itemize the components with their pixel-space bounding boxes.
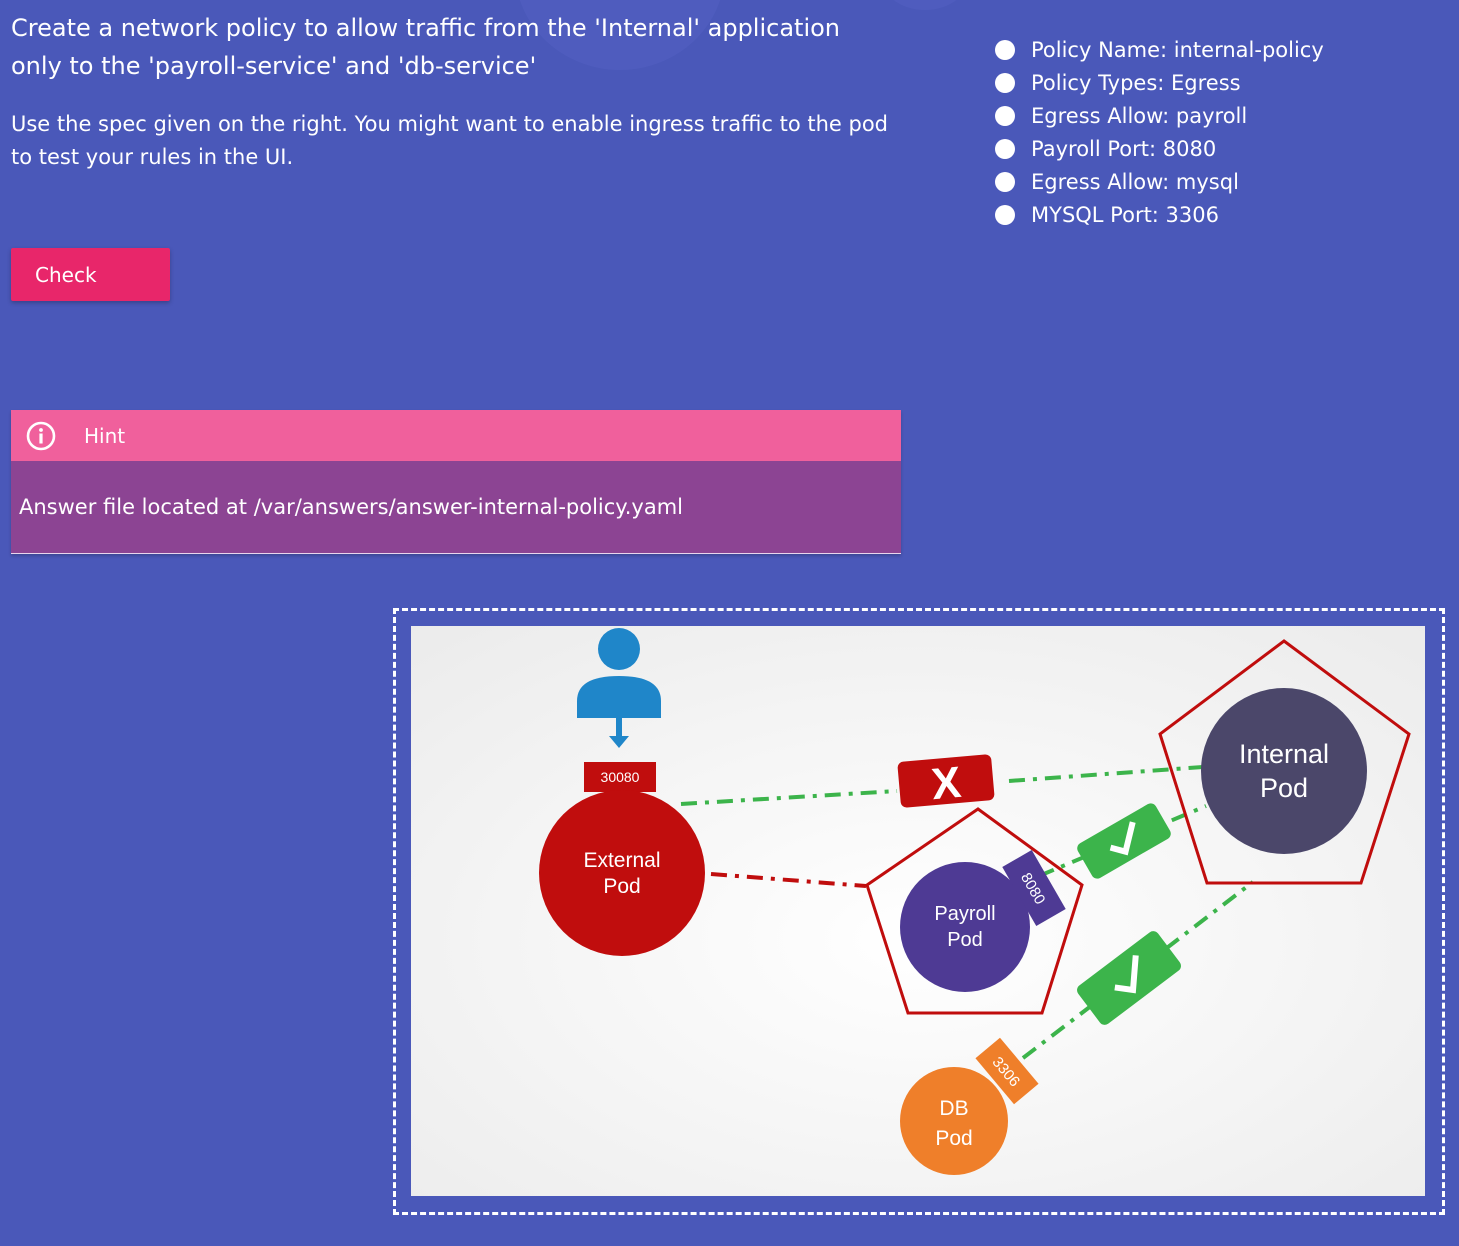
blocked-mark: X (929, 758, 963, 809)
check-button[interactable]: Check (11, 248, 170, 301)
hint-text: Answer file located at /var/answers/answ… (19, 495, 683, 519)
db-pod-label: DB (939, 1097, 968, 1120)
diagram-frame: 30080 External Pod X Payroll Pod 8080 In… (393, 608, 1445, 1215)
spec-item[interactable]: Policy Name: internal-policy (995, 33, 1324, 66)
radio-indicator[interactable] (995, 39, 1015, 60)
internal-pod-label: Internal (1239, 739, 1329, 769)
spec-item[interactable]: Policy Types: Egress (995, 66, 1324, 99)
radio-indicator[interactable] (995, 138, 1015, 159)
spec-item-label: MYSQL Port: 3306 (1031, 202, 1220, 227)
background-blob (880, 0, 970, 10)
spec-list: Policy Name: internal-policy Policy Type… (995, 33, 1324, 231)
external-pod-label: External (583, 849, 660, 872)
spec-item-label: Policy Name: internal-policy (1031, 37, 1324, 62)
hint-header[interactable]: Hint (11, 410, 901, 461)
radio-indicator[interactable] (995, 204, 1015, 225)
spec-item[interactable]: Payroll Port: 8080 (995, 132, 1324, 165)
node-port-tag: 30080 (584, 762, 656, 792)
db-pod-label: Pod (935, 1127, 972, 1150)
payroll-pod (900, 862, 1030, 992)
external-pod-label: Pod (603, 875, 640, 898)
network-policy-diagram: 30080 External Pod X Payroll Pod 8080 In… (411, 626, 1425, 1196)
hint-body: Answer file located at /var/answers/answ… (11, 461, 901, 554)
spec-item-label: Policy Types: Egress (1031, 70, 1241, 95)
radio-indicator[interactable] (995, 171, 1015, 192)
node-port-label: 30080 (601, 769, 640, 785)
spec-item-label: Egress Allow: mysql (1031, 169, 1239, 194)
internal-pod-label: Pod (1260, 773, 1308, 803)
radio-indicator[interactable] (995, 105, 1015, 126)
spec-item-label: Payroll Port: 8080 (1031, 136, 1217, 161)
spec-item[interactable]: Egress Allow: mysql (995, 165, 1324, 198)
spec-item[interactable]: MYSQL Port: 3306 (995, 198, 1324, 231)
hint-panel[interactable]: Hint Answer file located at /var/answers… (11, 410, 901, 554)
payroll-pod-label: Payroll (934, 903, 995, 925)
hint-title: Hint (84, 423, 126, 448)
payroll-pod-label: Pod (947, 929, 983, 951)
external-pod (539, 790, 705, 956)
spec-item[interactable]: Egress Allow: payroll (995, 99, 1324, 132)
info-icon (26, 421, 56, 451)
radio-indicator[interactable] (995, 72, 1015, 93)
spec-item-label: Egress Allow: payroll (1031, 103, 1248, 128)
question-text: Create a network policy to allow traffic… (11, 14, 841, 80)
instruction-text: Use the spec given on the right. You mig… (11, 112, 888, 169)
internal-pod (1201, 688, 1367, 854)
db-pod (900, 1067, 1008, 1175)
